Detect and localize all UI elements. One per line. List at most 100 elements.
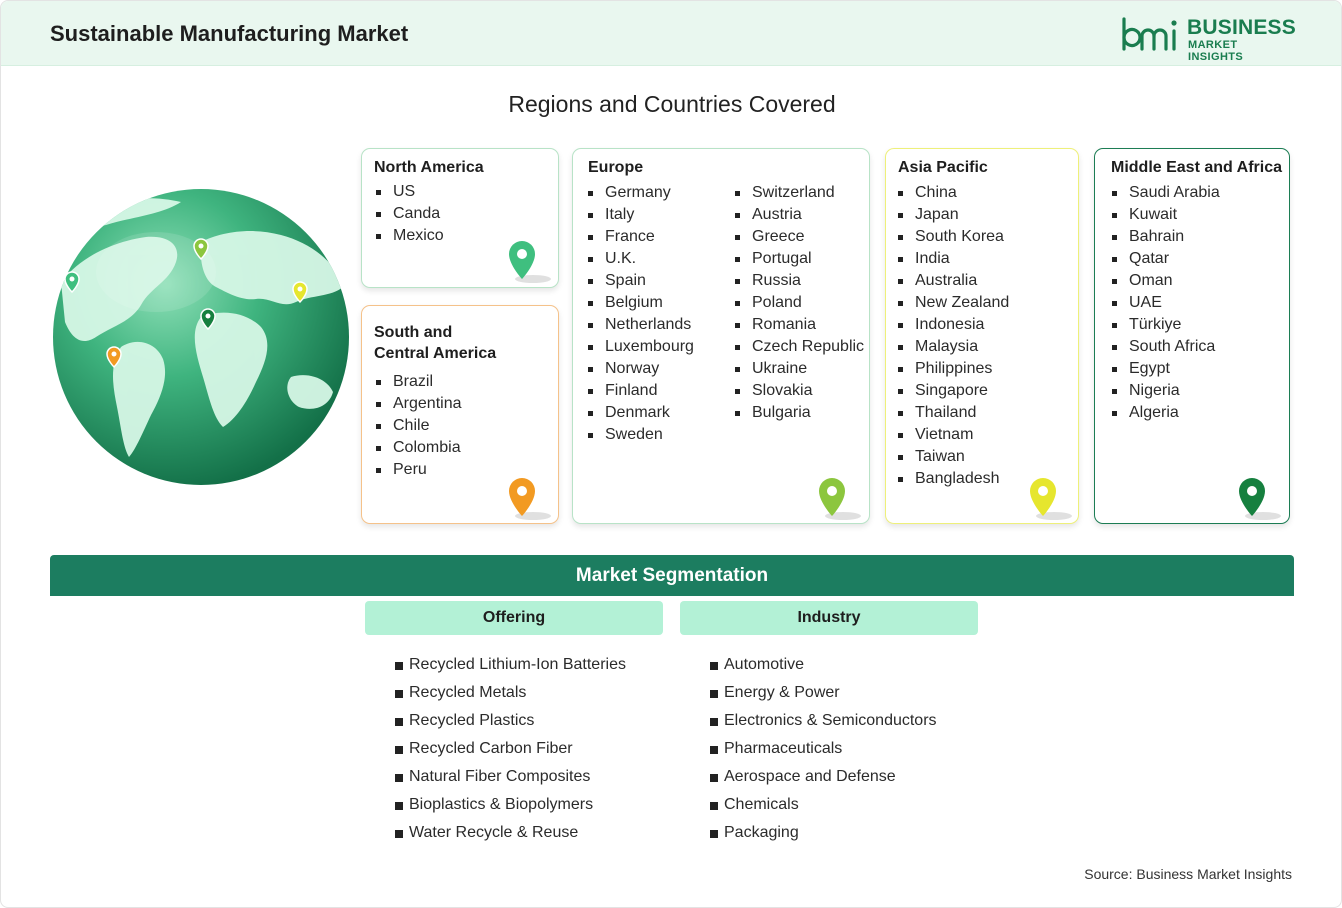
industry-header: Industry xyxy=(680,601,978,635)
list-item: Sweden xyxy=(588,424,694,446)
list-item: France xyxy=(588,226,694,248)
map-pin-icon xyxy=(819,478,861,520)
list-item: Brazil xyxy=(376,371,462,393)
map-pin-icon xyxy=(509,241,551,283)
list-item: US xyxy=(376,181,444,203)
list-item: Water Recycle & Reuse xyxy=(395,819,626,847)
industry-list: Automotive Energy & Power Electronics & … xyxy=(710,651,937,847)
list-item: India xyxy=(898,248,1009,270)
list-item: Türkiye xyxy=(1112,314,1220,336)
list-item: Egypt xyxy=(1112,358,1220,380)
list-item: Russia xyxy=(735,270,864,292)
offering-list: Recycled Lithium-Ion Batteries Recycled … xyxy=(395,651,626,847)
regions-title: Regions and Countries Covered xyxy=(508,91,836,117)
list-item: Mexico xyxy=(376,225,444,247)
card-title-asia-pacific: Asia Pacific xyxy=(898,159,988,176)
list-europe-col2: Switzerland Austria Greece Portugal Russ… xyxy=(735,182,864,424)
list-item: Philippines xyxy=(898,358,1009,380)
list-item: Chile xyxy=(376,415,462,437)
list-item: South Africa xyxy=(1112,336,1220,358)
list-item: Spain xyxy=(588,270,694,292)
brand-logo: BUSINESS MARKET INSIGHTS xyxy=(1120,15,1296,63)
card-title-south-central-america: South and Central America xyxy=(374,324,497,362)
source-note: Source: Business Market Insights xyxy=(1084,866,1292,882)
list-item: China xyxy=(898,182,1009,204)
list-item: Romania xyxy=(735,314,864,336)
card-south-central-america: South and Central America Brazil Argenti… xyxy=(361,305,559,524)
list-item: Finland xyxy=(588,380,694,402)
list-item: Automotive xyxy=(710,651,937,679)
list-item: Luxembourg xyxy=(588,336,694,358)
map-pin-icon xyxy=(1030,478,1072,520)
card-europe: Europe Germany Italy France U.K. Spain B… xyxy=(572,148,870,524)
list-item: Pharmaceuticals xyxy=(710,735,937,763)
list-item: Kuwait xyxy=(1112,204,1220,226)
list-item: Poland xyxy=(735,292,864,314)
card-title-europe: Europe xyxy=(588,159,644,176)
page-title: Sustainable Manufacturing Market xyxy=(50,21,409,46)
segmentation-banner: Market Segmentation xyxy=(50,555,1294,596)
list-item: Japan xyxy=(898,204,1009,226)
card-north-america: North America US Canda Mexico xyxy=(361,148,559,288)
list-item: Recycled Lithium-Ion Batteries xyxy=(395,651,626,679)
list-item: Canda xyxy=(376,203,444,225)
list-item: Slovakia xyxy=(735,380,864,402)
list-item: UAE xyxy=(1112,292,1220,314)
header: Sustainable Manufacturing Market BUSINES… xyxy=(1,1,1341,66)
list-asia-pacific: China Japan South Korea India Australia … xyxy=(898,182,1009,490)
list-south-central-america: Brazil Argentina Chile Colombia Peru xyxy=(376,371,462,481)
list-item: Algeria xyxy=(1112,402,1220,424)
list-item: Natural Fiber Composites xyxy=(395,763,626,791)
list-item: Netherlands xyxy=(588,314,694,336)
page-frame: Sustainable Manufacturing Market BUSINES… xyxy=(0,0,1342,908)
list-item: Packaging xyxy=(710,819,937,847)
logo-word-market-insights: MARKET INSIGHTS xyxy=(1188,39,1244,63)
list-item: Qatar xyxy=(1112,248,1220,270)
globe-illustration xyxy=(53,189,349,485)
list-item: Ukraine xyxy=(735,358,864,380)
list-item: Argentina xyxy=(376,393,462,415)
list-item: Italy xyxy=(588,204,694,226)
list-item: Peru xyxy=(376,459,462,481)
list-item: Colombia xyxy=(376,437,462,459)
list-item: Indonesia xyxy=(898,314,1009,336)
segmentation-title: Market Segmentation xyxy=(575,565,769,586)
map-pin-icon xyxy=(509,478,551,520)
list-item: Recycled Carbon Fiber xyxy=(395,735,626,763)
list-item: Bulgaria xyxy=(735,402,864,424)
list-item: Czech Republic xyxy=(735,336,864,358)
list-europe-col1: Germany Italy France U.K. Spain Belgium … xyxy=(588,182,694,446)
list-item: Nigeria xyxy=(1112,380,1220,402)
card-asia-pacific: Asia Pacific China Japan South Korea Ind… xyxy=(885,148,1079,524)
list-item: South Korea xyxy=(898,226,1009,248)
bmi-logo-icon xyxy=(1122,17,1177,51)
list-item: New Zealand xyxy=(898,292,1009,314)
list-item: Recycled Plastics xyxy=(395,707,626,735)
card-title-middle-east-africa: Middle East and Africa xyxy=(1111,159,1282,176)
list-item: Bahrain xyxy=(1112,226,1220,248)
list-item: Bangladesh xyxy=(898,468,1009,490)
list-item: Aerospace and Defense xyxy=(710,763,937,791)
list-item: Greece xyxy=(735,226,864,248)
list-item: Germany xyxy=(588,182,694,204)
list-item: Energy & Power xyxy=(710,679,937,707)
map-pin-icon xyxy=(1239,478,1281,520)
list-item: Portugal xyxy=(735,248,864,270)
list-item: Belgium xyxy=(588,292,694,314)
list-item: Bioplastics & Biopolymers xyxy=(395,791,626,819)
list-item: Saudi Arabia xyxy=(1112,182,1220,204)
list-item: Switzerland xyxy=(735,182,864,204)
list-item: Denmark xyxy=(588,402,694,424)
list-item: Electronics & Semiconductors xyxy=(710,707,937,735)
offering-header: Offering xyxy=(365,601,663,635)
list-item: Singapore xyxy=(898,380,1009,402)
card-title-north-america: North America xyxy=(374,159,484,176)
list-item: Norway xyxy=(588,358,694,380)
list-item: Vietnam xyxy=(898,424,1009,446)
list-item: Chemicals xyxy=(710,791,937,819)
list-item: Malaysia xyxy=(898,336,1009,358)
list-item: Taiwan xyxy=(898,446,1009,468)
logo-word-business: BUSINESS xyxy=(1187,16,1296,39)
list-north-america: US Canda Mexico xyxy=(376,181,444,247)
list-item: Thailand xyxy=(898,402,1009,424)
